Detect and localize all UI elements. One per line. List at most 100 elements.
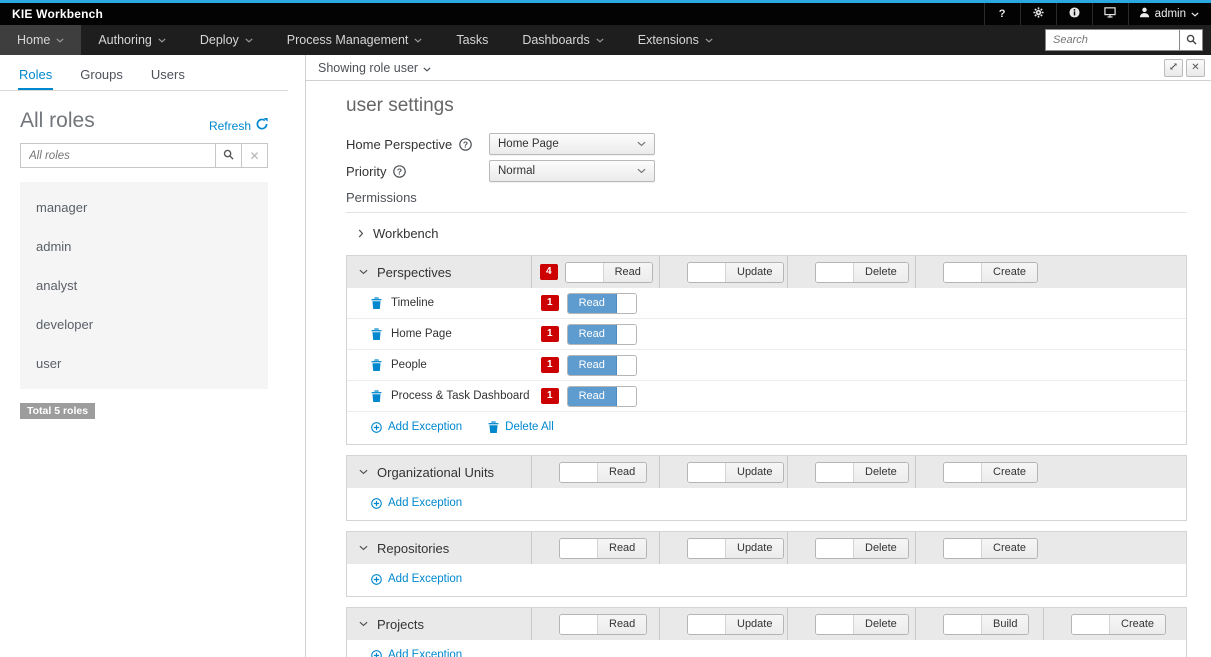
- toggle-create[interactable]: Create: [1071, 614, 1166, 635]
- toggle-create[interactable]: Create: [943, 262, 1038, 283]
- role-list-item[interactable]: admin: [20, 227, 268, 266]
- user-menu[interactable]: admin: [1128, 3, 1211, 25]
- field-row: Priority?Normal: [346, 160, 1187, 182]
- toggle-track: [617, 356, 636, 375]
- delete-all-link[interactable]: Delete All: [488, 421, 554, 433]
- toggle-label: Delete: [854, 263, 908, 282]
- role-list-item[interactable]: analyst: [20, 266, 268, 305]
- workbench-section-toggle[interactable]: Workbench: [346, 213, 1187, 255]
- toggle-create[interactable]: Create: [943, 538, 1038, 559]
- panel-body: user settings Home Perspective?Home Page…: [306, 81, 1211, 657]
- role-list-item[interactable]: user: [20, 344, 268, 383]
- toggle-read[interactable]: Read: [559, 614, 647, 635]
- toggle-track: [560, 615, 598, 634]
- plus-circle-icon: [371, 422, 382, 433]
- nav-item-deploy[interactable]: Deploy: [183, 25, 270, 55]
- about-button[interactable]: [1056, 3, 1092, 25]
- toggle-label: Create: [982, 263, 1037, 282]
- refresh-link[interactable]: Refresh: [209, 118, 268, 133]
- trash-icon[interactable]: [371, 390, 382, 402]
- panel-splitter[interactable]: [288, 55, 305, 657]
- roles-filter-search-button[interactable]: [216, 143, 242, 168]
- roles-filter-input[interactable]: [20, 143, 216, 168]
- toggle-update[interactable]: Update: [687, 262, 784, 283]
- nav-item-dashboards[interactable]: Dashboards: [505, 25, 620, 55]
- toggle-build[interactable]: Build: [943, 614, 1029, 635]
- chevron-down-icon: [359, 269, 368, 275]
- tab-users[interactable]: Users: [150, 63, 186, 90]
- add-exception-link[interactable]: Add Exception: [371, 649, 462, 657]
- tab-groups[interactable]: Groups: [79, 63, 124, 90]
- add-exception-link[interactable]: Add Exception: [371, 573, 462, 585]
- maximize-button[interactable]: [1164, 59, 1183, 77]
- field-select-home-perspective[interactable]: Home Page: [489, 133, 655, 155]
- toggle-update[interactable]: Update: [687, 614, 784, 635]
- section-header[interactable]: RepositoriesReadUpdateDeleteCreate: [347, 532, 1186, 564]
- exception-count-badge: 4: [540, 264, 558, 280]
- toggle-track: [816, 615, 854, 634]
- add-exception-label: Add Exception: [388, 421, 462, 433]
- field-select-priority[interactable]: Normal: [489, 160, 655, 182]
- chevron-down-icon: [158, 38, 166, 43]
- nav-item-home[interactable]: Home: [0, 25, 81, 55]
- nav-item-tasks[interactable]: Tasks: [439, 25, 505, 55]
- role-list-item[interactable]: developer: [20, 305, 268, 344]
- permission-cell: Read: [531, 608, 659, 640]
- trash-icon[interactable]: [371, 359, 382, 371]
- permission-cell: Update: [659, 256, 787, 288]
- toggle-read[interactable]: Read: [565, 262, 653, 283]
- toggle-delete[interactable]: Delete: [815, 538, 909, 559]
- toggle-label: Read: [598, 463, 646, 482]
- navbar-search-button[interactable]: [1179, 29, 1203, 51]
- chevron-down-icon: [596, 38, 604, 43]
- toggle-delete[interactable]: Delete: [815, 462, 909, 483]
- tab-roles[interactable]: Roles: [18, 63, 53, 90]
- select-value: Normal: [498, 165, 535, 177]
- clear-icon: ✕: [249, 149, 259, 163]
- permission-section-organizational-units: Organizational UnitsReadUpdateDeleteCrea…: [346, 455, 1187, 521]
- nav-item-authoring[interactable]: Authoring: [81, 25, 183, 55]
- section-title-wrap: Perspectives: [359, 256, 531, 288]
- toggle-label: Update: [726, 463, 783, 482]
- user-name: admin: [1155, 8, 1186, 20]
- toggle-update[interactable]: Update: [687, 462, 784, 483]
- add-exception-link[interactable]: Add Exception: [371, 421, 462, 433]
- toggle-read[interactable]: Read: [567, 324, 637, 345]
- toggle-update[interactable]: Update: [687, 538, 784, 559]
- settings-button[interactable]: [1020, 3, 1056, 25]
- toggle-label: Read: [598, 539, 646, 558]
- nav-item-process-management[interactable]: Process Management: [270, 25, 440, 55]
- toggle-read[interactable]: Read: [567, 355, 637, 376]
- toggle-read[interactable]: Read: [559, 462, 647, 483]
- trash-icon[interactable]: [371, 328, 382, 340]
- trash-icon[interactable]: [371, 297, 382, 309]
- help-icon: ?: [999, 8, 1006, 20]
- plus-circle-icon: [371, 574, 382, 585]
- gear-icon: [1033, 7, 1044, 21]
- nav-item-label: Dashboards: [522, 33, 589, 47]
- exception-name: People: [391, 359, 541, 371]
- close-button[interactable]: ✕: [1186, 59, 1205, 77]
- section-header[interactable]: ProjectsReadUpdateDeleteBuildCreate: [347, 608, 1186, 640]
- toggle-create[interactable]: Create: [943, 462, 1038, 483]
- toggle-delete[interactable]: Delete: [815, 262, 909, 283]
- toggle-delete[interactable]: Delete: [815, 614, 909, 635]
- panel-title-dropdown[interactable]: Showing role user: [318, 61, 431, 75]
- add-exception-link[interactable]: Add Exception: [371, 497, 462, 509]
- nav-item-extensions[interactable]: Extensions: [621, 25, 730, 55]
- role-list-item[interactable]: manager: [20, 188, 268, 227]
- help-button[interactable]: ?: [984, 3, 1020, 25]
- toggle-track: [617, 294, 636, 313]
- navbar-search-input[interactable]: [1045, 29, 1179, 51]
- section-header[interactable]: Organizational UnitsReadUpdateDeleteCrea…: [347, 456, 1186, 488]
- plus-circle-icon: [371, 498, 382, 509]
- roles-filter-clear-button[interactable]: ✕: [242, 143, 268, 168]
- permission-cell: Build: [915, 608, 1043, 640]
- section-header[interactable]: Perspectives 4 Read Update Delete Create: [347, 256, 1186, 288]
- search-icon: [223, 147, 234, 165]
- toggle-read[interactable]: Read: [567, 386, 637, 407]
- toggle-read[interactable]: Read: [567, 293, 637, 314]
- workbench-view-button[interactable]: [1092, 3, 1128, 25]
- toggle-track: [560, 463, 598, 482]
- toggle-read[interactable]: Read: [559, 538, 647, 559]
